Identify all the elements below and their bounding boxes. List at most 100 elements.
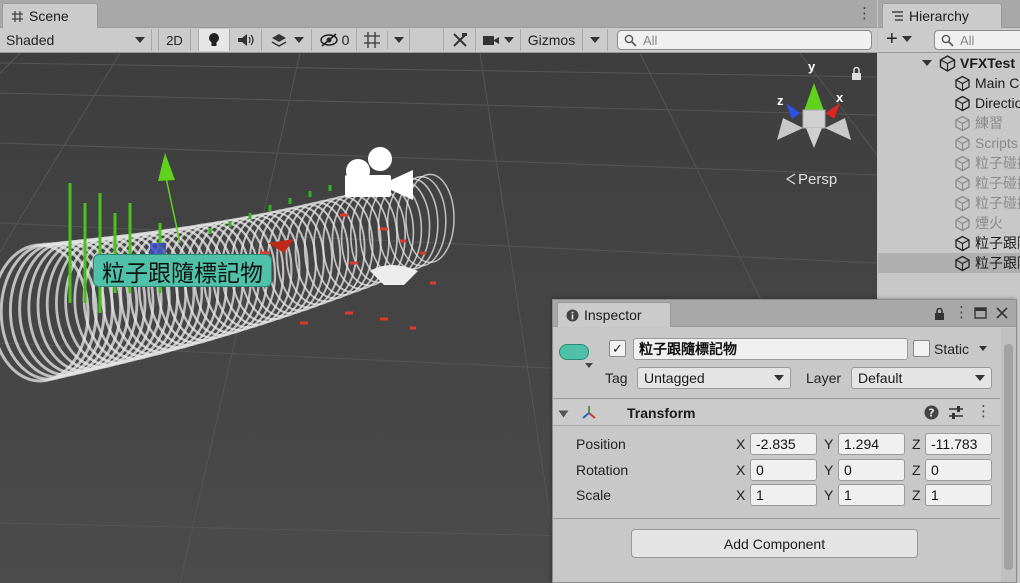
tab-scene[interactable]: Scene (2, 3, 98, 28)
gameobject-icon (955, 155, 970, 171)
rotation-y-field[interactable]: 0 (838, 459, 905, 481)
speaker-icon (237, 34, 254, 46)
tab-hierarchy[interactable]: Hierarchy (882, 3, 1002, 28)
foldout-arrow-icon[interactable] (558, 410, 569, 418)
scale-y-axis-label[interactable]: Y (824, 487, 833, 503)
object-name-label[interactable]: 粒子跟隨標記物 (93, 254, 272, 287)
gizmos-button[interactable]: Gizmos (521, 29, 583, 51)
camera-settings-dropdown[interactable] (476, 29, 521, 51)
scene-tab-bar: Scene ⋮ (0, 0, 877, 28)
tag-value: Untagged (644, 370, 705, 386)
scene-toolbar: Shaded 2D 0 Gizmos All (0, 28, 877, 53)
layer-label: Layer (806, 370, 842, 386)
position-y-axis-label[interactable]: Y (824, 436, 833, 452)
lighting-toggle-button[interactable] (198, 29, 230, 51)
position-y-field[interactable]: 1.294 (838, 433, 905, 455)
rotation-z-axis-label[interactable]: Z (912, 462, 921, 478)
grid-snap-dropdown[interactable] (357, 29, 410, 51)
add-component-button[interactable]: Add Component (631, 529, 918, 558)
position-z-axis-label[interactable]: Z (912, 436, 921, 452)
2d-toggle-button[interactable]: 2D (158, 29, 191, 51)
scrollbar-thumb[interactable] (1004, 344, 1013, 570)
tab-inspector-label: Inspector (584, 307, 642, 323)
maximize-icon[interactable] (974, 307, 987, 319)
chevron-down-icon (293, 37, 304, 43)
hierarchy-search-placeholder: All (960, 32, 975, 48)
position-x-axis-label[interactable]: X (736, 436, 745, 452)
static-label[interactable]: Static (934, 341, 969, 357)
eye-slash-icon (319, 33, 338, 47)
lightbulb-icon (209, 33, 219, 46)
hierarchy-item[interactable]: Main Camera (878, 73, 1020, 93)
hierarchy-scene-name: VFXTest (960, 55, 1015, 71)
hierarchy-item[interactable]: 粒子碰撞 (878, 153, 1020, 173)
rotation-z-field[interactable]: 0 (925, 459, 992, 481)
hierarchy-item-label: 粒子跟隨 (975, 235, 1020, 251)
gameobject-icon (955, 235, 970, 251)
projection-label[interactable]: Persp (798, 171, 837, 188)
effects-dropdown[interactable] (262, 29, 312, 51)
hierarchy-item-label: Scripts (975, 135, 1018, 151)
scale-x-axis-label[interactable]: X (736, 487, 745, 503)
scale-z-axis-label[interactable]: Z (912, 487, 921, 503)
hierarchy-item[interactable]: Scripts (878, 133, 1020, 153)
help-icon[interactable]: ? (924, 405, 939, 420)
gameobject-icon (955, 115, 970, 131)
hierarchy-item-label: 粒子碰撞 (975, 175, 1020, 191)
static-checkbox[interactable] (913, 340, 930, 357)
hierarchy-item[interactable]: 練習 (878, 113, 1020, 133)
shading-mode-value: Shaded (6, 32, 55, 48)
gizmo-z-label: z (777, 93, 784, 108)
foldout-arrow-icon[interactable] (922, 60, 932, 66)
rotation-y-axis-label[interactable]: Y (824, 462, 833, 478)
hierarchy-item-label: 粒子碰撞 (975, 155, 1020, 171)
gizmos-dropdown[interactable] (583, 29, 608, 51)
rotation-x-field[interactable]: 0 (750, 459, 817, 481)
hidden-count: 0 (341, 32, 350, 48)
inspector-scrollbar[interactable] (1001, 328, 1016, 582)
hierarchy-item[interactable]: 煙火 (878, 213, 1020, 233)
scene-menu-icon[interactable]: ⋮ (857, 6, 872, 21)
scale-z-field[interactable]: 1 (925, 484, 992, 506)
position-z-field[interactable]: -11.783 (925, 433, 992, 455)
transform-header[interactable]: Transform ? ⋮ (553, 400, 1000, 426)
inspector-menu-icon[interactable]: ⋮ (954, 305, 969, 320)
hidden-objects-toggle[interactable]: 0 (312, 29, 357, 51)
tag-label: Tag (605, 370, 628, 386)
presets-icon[interactable] (948, 405, 964, 420)
object-icon-dropdown[interactable] (559, 344, 593, 368)
close-icon[interactable] (996, 307, 1008, 319)
create-dropdown[interactable]: + (886, 28, 912, 50)
hierarchy-item[interactable]: 粒子碰撞 (878, 193, 1020, 213)
shading-mode-dropdown[interactable]: Shaded (0, 29, 152, 51)
2d-toggle-label: 2D (166, 32, 183, 48)
hierarchy-scene-row[interactable]: VFXTest (878, 53, 1020, 73)
layer-dropdown[interactable]: Default (851, 367, 992, 389)
tag-dropdown[interactable]: Untagged (637, 367, 791, 389)
hierarchy-item[interactable]: Directional Light (878, 93, 1020, 113)
hierarchy-search-input[interactable]: All (934, 30, 1020, 50)
scale-x-field[interactable]: 1 (750, 484, 817, 506)
audio-toggle-button[interactable] (230, 29, 262, 51)
hierarchy-item[interactable]: 粒子跟隨標記物 (878, 253, 1020, 273)
active-checkbox[interactable]: ✓ (609, 340, 626, 357)
plus-icon: + (886, 28, 898, 50)
component-menu-icon[interactable]: ⋮ (976, 404, 991, 419)
position-x-field[interactable]: -2.835 (750, 433, 817, 455)
lock-icon[interactable] (934, 307, 945, 320)
scene-search-input[interactable]: All (617, 30, 872, 50)
grid-icon (12, 10, 23, 22)
static-dropdown-icon[interactable] (979, 346, 987, 351)
hierarchy-item[interactable]: 粒子跟隨 (878, 233, 1020, 253)
tools-toggle-button[interactable] (443, 29, 476, 51)
gizmos-label: Gizmos (527, 32, 576, 48)
object-name-field[interactable]: 粒子跟隨標記物 (633, 338, 908, 360)
chevron-down-icon (590, 37, 600, 43)
layer-value: Default (858, 370, 903, 386)
rotation-x-axis-label[interactable]: X (736, 462, 745, 478)
search-icon (941, 34, 954, 47)
hierarchy-item[interactable]: 粒子碰撞 (878, 173, 1020, 193)
scale-y-field[interactable]: 1 (838, 484, 905, 506)
tab-inspector[interactable]: Inspector (557, 302, 671, 327)
hierarchy-item-label: 煙火 (975, 215, 1003, 231)
